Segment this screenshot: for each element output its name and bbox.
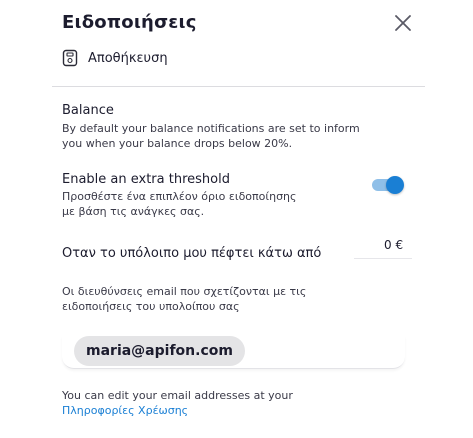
threshold-heading: Enable an extra threshold [62, 172, 230, 187]
dialog-title: Ειδοποιήσεις [62, 12, 197, 33]
close-icon[interactable] [394, 14, 412, 32]
toggle-knob [386, 176, 404, 194]
email-chip[interactable]: maria@apifon.com [74, 336, 245, 366]
save-icon [62, 49, 78, 67]
balance-heading: Balance [62, 103, 114, 118]
limit-input-underline [354, 258, 412, 259]
save-button[interactable]: Αποθήκευση [62, 48, 168, 68]
threshold-description: Προσθέστε ένα επιπλέον όριο ειδοποίησης … [62, 190, 297, 218]
limit-value-input[interactable]: 0 € [384, 238, 403, 252]
email-description: Οι διευθύνσεις email που σχετίζονται με … [62, 285, 307, 313]
save-button-label: Αποθήκευση [88, 50, 168, 66]
balance-description: By default your balance notifications ar… [62, 122, 360, 150]
billing-info-link[interactable]: Πληροφορίες Χρέωσης [62, 404, 188, 417]
divider [52, 86, 425, 87]
limit-label: Οταν το υπόλοιπο μου πέφτει κάτω από [62, 246, 322, 261]
footer-text: You can edit your email addresses at you… [62, 389, 293, 402]
threshold-toggle[interactable] [372, 176, 404, 194]
